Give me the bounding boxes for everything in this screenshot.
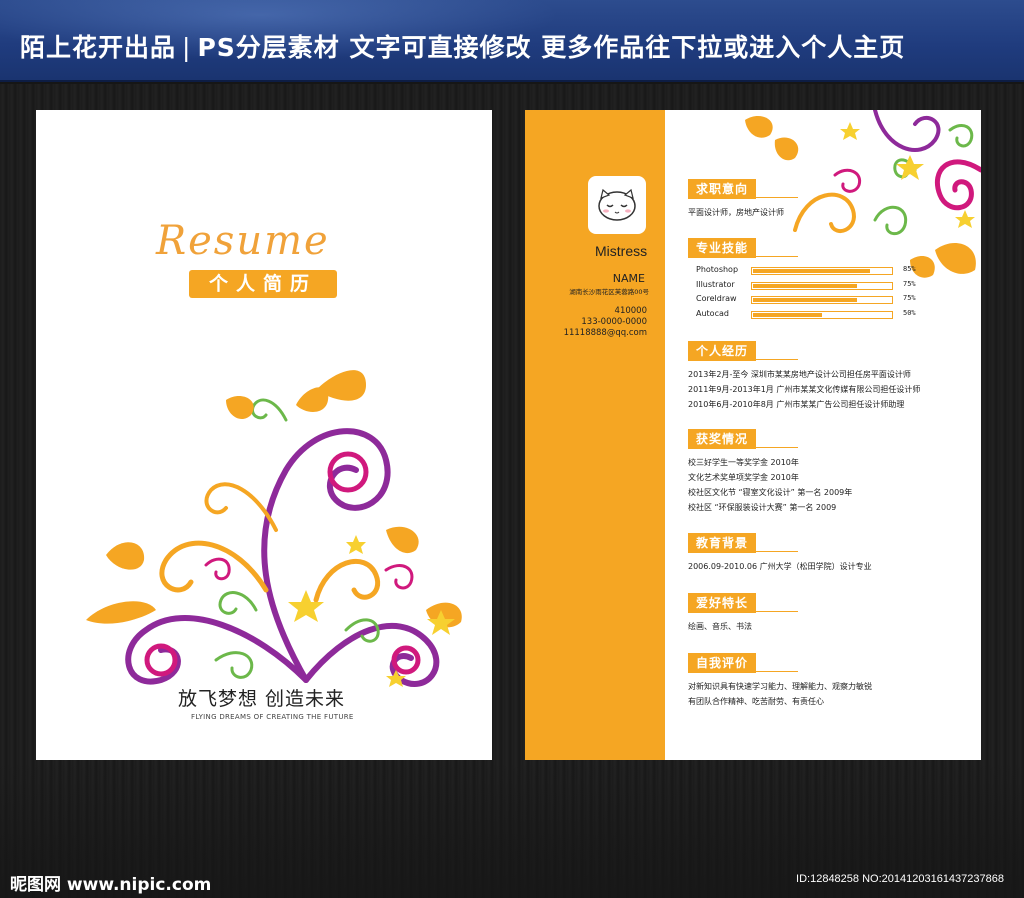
section-divider [688, 551, 798, 552]
skill-fill [753, 269, 871, 273]
skill-row: Photoshop 85% [688, 264, 958, 279]
watermark-right: ID:12848258 NO:20141203161437237868 [796, 873, 1004, 885]
section-hobbies: 爱好特长 绘画、音乐、书法 [688, 592, 958, 634]
section-skills-title: 专业技能 [688, 238, 757, 258]
sidebar-email: 11118888@qq.com [563, 328, 647, 338]
section-intent-body: 平面设计师，房地产设计师 [688, 205, 958, 220]
banner-description: PS分层素材 文字可直接修改 更多作品往下拉或进入个人主页 [197, 33, 906, 62]
section-awards-body: 校三好学生一等奖学金 2010年 文化艺术奖单项奖学金 2010年 校社区文化节… [688, 455, 958, 515]
skill-name: Photoshop [696, 265, 739, 274]
skill-percent: 75% [903, 294, 916, 302]
section-intent-title: 求职意向 [688, 179, 757, 199]
skill-bar [751, 296, 893, 304]
section-experience-title: 个人经历 [688, 341, 757, 361]
section-divider [688, 197, 798, 198]
section-hobbies-body: 绘画、音乐、书法 [688, 619, 958, 634]
section-self-title: 自我评价 [688, 653, 757, 673]
cover-slogan: 放飞梦想 创造未来 [178, 688, 346, 710]
cover-slogan-en: FLYING DREAMS OF CREATING THE FUTURE [191, 713, 354, 721]
skill-percent: 75% [903, 279, 916, 288]
section-divider [688, 256, 798, 257]
award-line: 校社区 “环保服装设计大赛” 第一名 2009 [688, 503, 837, 512]
skill-bar [751, 310, 893, 319]
section-experience-body: 2013年2月-至今 深圳市某某房地产设计公司担任房平面设计师 2011年9月-… [688, 367, 958, 412]
self-line: 有团队合作精神、吃苦耐劳、有责任心 [688, 697, 824, 706]
skill-fill [753, 312, 822, 317]
section-self-body: 对新知识具有快速学习能力、理解能力、观察力敏锐 有团队合作精神、吃苦耐劳、有责任… [688, 679, 958, 709]
swirl-flower-illustration [86, 370, 462, 687]
sidebar-name-label: NAME [612, 272, 645, 285]
education-line: 2006.09-2010.06 广州大学（松田学院）设计专业 [688, 562, 872, 571]
award-line: 校三好学生一等奖学金 2010年 [688, 458, 799, 467]
section-self: 自我评价 对新知识具有快速学习能力、理解能力、观察力敏锐 有团队合作精神、吃苦耐… [688, 652, 958, 709]
sidebar-zip: 410000 [614, 306, 647, 316]
experience-line: 2010年6月-2010年8月 广州市某某广告公司担任设计师助理 [688, 400, 905, 409]
hobbies-line: 绘画、音乐、书法 [688, 622, 752, 631]
skill-percent: 85% [903, 265, 916, 273]
skill-row: Autocad 50% [688, 308, 958, 323]
skill-row: Illustrator 75% [688, 279, 958, 294]
cover-badge: 个人简历 [189, 270, 337, 298]
skill-fill [753, 298, 857, 302]
skill-fill [753, 283, 857, 288]
watermark-left: 昵图网 www.nipic.com [10, 875, 212, 895]
section-divider [688, 611, 798, 612]
skill-percent: 50% [903, 308, 916, 317]
section-education-body: 2006.09-2010.06 广州大学（松田学院）设计专业 [688, 559, 958, 574]
banner-brand: 陌上花开出品 [20, 33, 177, 62]
sidebar-name-en: Mistress [595, 243, 648, 259]
section-awards: 获奖情况 校三好学生一等奖学金 2010年 文化艺术奖单项奖学金 2010年 校… [688, 428, 958, 515]
avatar [588, 176, 646, 234]
resume-sidebar: Mistress NAME 湖南长沙雨花区芙蓉路00号 410000 133-0… [525, 110, 665, 760]
experience-line: 2011年9月-2013年1月 广州市某某文化传媒有限公司担任设计师 [688, 385, 921, 394]
skill-name: Coreldraw [696, 294, 737, 303]
section-education: 教育背景 2006.09-2010.06 广州大学（松田学院）设计专业 [688, 532, 958, 574]
cartoon-face-icon [598, 188, 636, 221]
section-divider [688, 447, 798, 448]
section-hobbies-title: 爱好特长 [688, 593, 757, 613]
section-divider [688, 671, 798, 672]
skill-bar [751, 281, 893, 290]
skill-name: Autocad [696, 308, 729, 318]
award-line: 文化艺术奖单项奖学金 2010年 [688, 473, 799, 482]
section-skills: 专业技能 Photoshop 85% Illustrator 75% Corel… [688, 237, 958, 322]
sidebar-phone: 133-0000-0000 [581, 317, 647, 327]
cover-script-title: Resume [156, 218, 330, 264]
section-experience: 个人经历 2013年2月-至今 深圳市某某房地产设计公司担任房平面设计师 201… [688, 340, 958, 412]
cover-page: Resume 个人简历 放飞梦想 创造未来 FLYING DREAMS OF C… [36, 110, 492, 760]
skill-name: Illustrator [696, 279, 735, 289]
award-line: 校社区文化节 “寝室文化设计” 第一名 2009年 [688, 488, 853, 497]
experience-line: 2013年2月-至今 深圳市某某房地产设计公司担任房平面设计师 [688, 370, 911, 379]
banner-text: 陌上花开出品 | PS分层素材 文字可直接修改 更多作品往下拉或进入个人主页 [20, 28, 905, 64]
top-banner: 陌上花开出品 | PS分层素材 文字可直接修改 更多作品往下拉或进入个人主页 [0, 0, 1024, 82]
skills-list: Photoshop 85% Illustrator 75% Coreldraw … [688, 264, 958, 322]
intent-line: 平面设计师，房地产设计师 [688, 208, 784, 217]
section-education-title: 教育背景 [688, 533, 757, 553]
section-divider [688, 359, 798, 360]
skill-row: Coreldraw 75% [688, 293, 958, 308]
self-line: 对新知识具有快速学习能力、理解能力、观察力敏锐 [688, 682, 872, 691]
sidebar-address: 湖南长沙雨花区芙蓉路00号 [569, 288, 649, 296]
section-intent: 求职意向 平面设计师，房地产设计师 [688, 178, 958, 220]
banner-separator: | [182, 33, 192, 62]
section-awards-title: 获奖情况 [688, 429, 757, 449]
skill-bar [751, 267, 893, 275]
resume-page: Mistress NAME 湖南长沙雨花区芙蓉路00号 410000 133-0… [525, 110, 981, 760]
